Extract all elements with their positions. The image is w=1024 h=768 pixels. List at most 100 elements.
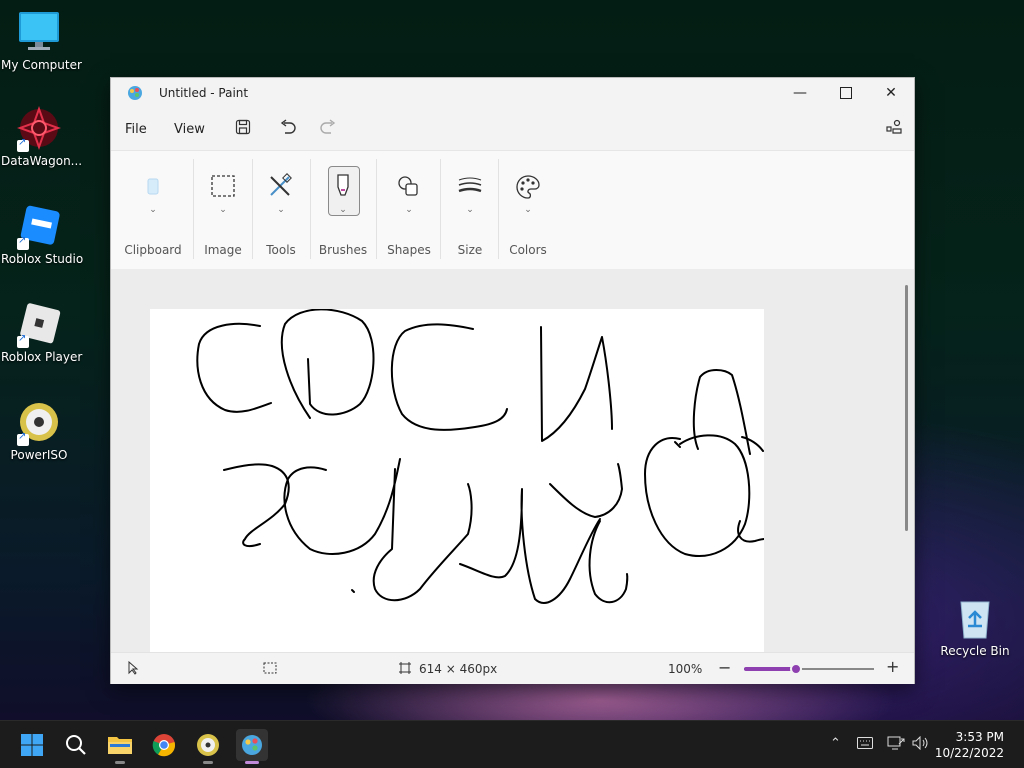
desktop-icon-poweriso[interactable]: PowerISO (1, 400, 77, 462)
monitor-icon (17, 10, 61, 54)
search-icon (66, 735, 86, 755)
minimize-button[interactable]: — (777, 78, 823, 108)
desktop-icon-label: DataWagon... (1, 154, 83, 168)
chevron-down-icon: ⌄ (405, 205, 413, 215)
canvas-area (111, 269, 914, 652)
taskbar-chrome[interactable] (148, 729, 180, 761)
ribbon-label: Colors (509, 243, 547, 257)
ribbon-group-clipboard[interactable]: ⌄ Clipboard (119, 151, 187, 269)
drawing-canvas[interactable] (150, 309, 764, 652)
shapes-icon (395, 173, 423, 201)
taskbar-file-explorer[interactable] (104, 729, 136, 764)
redo-icon[interactable] (319, 119, 337, 139)
desktop-icon-roblox-player[interactable]: Roblox Player (1, 302, 83, 364)
desktop-icon-datawagon[interactable]: DataWagon... (1, 106, 83, 168)
chevron-down-icon: ⌄ (466, 205, 474, 215)
desktop-icon-label: Roblox Studio (1, 252, 84, 266)
roblox-player-icon (17, 302, 61, 348)
maximize-icon (840, 87, 852, 99)
taskbar-poweriso[interactable] (192, 729, 224, 764)
recycle-bin-icon (953, 596, 997, 640)
desktop-icon-label: My Computer (1, 58, 82, 72)
desktop-icon-label: Recycle Bin (940, 644, 1010, 658)
tools-icon (267, 173, 295, 201)
desktop-icon-recycle-bin[interactable]: Recycle Bin (937, 596, 1013, 658)
chevron-down-icon: ⌄ (219, 205, 227, 215)
desktop-icon-label: PowerISO (10, 448, 68, 462)
ribbon-label: Clipboard (124, 243, 182, 257)
chevron-down-icon: ⌄ (149, 205, 157, 215)
ribbon-separator (193, 159, 194, 259)
menu-file[interactable]: File (125, 122, 147, 137)
save-icon[interactable] (235, 119, 251, 139)
desktop-icon-roblox-studio[interactable]: Roblox Studio (1, 204, 84, 266)
desktop-icon-my-computer[interactable]: My Computer (1, 10, 82, 72)
taskbar-clock[interactable]: 3:53 PM 10/22/2022 (935, 729, 1004, 761)
ribbon-group-size[interactable]: ⌄ Size (441, 151, 499, 269)
ribbon-group-brushes[interactable]: ⌄ Brushes (311, 151, 375, 269)
running-indicator (203, 761, 213, 764)
chrome-icon (152, 734, 176, 757)
handwritten-drawing (196, 309, 764, 604)
status-bar: 614 × 460px 100% − + (111, 652, 914, 684)
canvas-size-label: 614 × 460px (419, 662, 498, 676)
zoom-slider-fill (744, 667, 796, 671)
size-icon (456, 173, 484, 201)
poweriso-icon (197, 734, 219, 756)
chevron-down-icon: ⌄ (524, 205, 532, 215)
cursor-position-icon (127, 660, 139, 678)
ribbon-group-shapes[interactable]: ⌄ Shapes (377, 151, 441, 269)
undo-icon[interactable] (279, 119, 297, 139)
ribbon-group-image[interactable]: ⌄ Image (195, 151, 251, 269)
selection-size-icon (263, 662, 277, 677)
zoom-label: 100% (668, 662, 703, 676)
clock-date: 10/22/2022 (934, 746, 1004, 760)
selection-icon (209, 173, 237, 201)
ribbon-group-tools[interactable]: ⌄ Tools (253, 151, 309, 269)
ribbon: ⌄ Clipboard ⌄ Image ⌄ Tools ⌄ Brushes ⌄ … (111, 150, 914, 270)
poweriso-icon (17, 400, 61, 446)
ribbon-label: Brushes (318, 243, 368, 257)
zoom-slider[interactable] (744, 663, 874, 675)
title-bar[interactable]: Untitled - Paint — ✕ (111, 78, 914, 108)
roblox-studio-icon (17, 204, 61, 250)
paint-icon (242, 735, 262, 755)
ribbon-label: Tools (266, 243, 296, 257)
paint-app-icon (127, 85, 143, 105)
paint-window: Untitled - Paint — ✕ File View ⌄ Clipboa… (110, 77, 915, 684)
taskbar-paint[interactable] (236, 729, 268, 764)
ribbon-label: Size (457, 243, 483, 257)
ribbon-label: Shapes (387, 243, 431, 257)
clock-time: 3:53 PM (955, 730, 1004, 744)
share-icon[interactable] (885, 119, 903, 139)
show-hidden-icons-chevron-icon[interactable]: ⌃ (830, 736, 841, 751)
palette-icon (514, 173, 542, 201)
ribbon-label: Image (204, 243, 242, 257)
menu-view[interactable]: View (174, 122, 205, 137)
zoom-slider-thumb[interactable] (790, 663, 802, 675)
ribbon-group-colors[interactable]: ⌄ Colors (499, 151, 557, 269)
zoom-in-button[interactable]: + (886, 657, 899, 676)
volume-icon[interactable] (912, 735, 930, 754)
search-button[interactable] (60, 729, 92, 761)
desktop-icon-label: Roblox Player (1, 350, 83, 364)
start-button[interactable] (16, 729, 48, 761)
chevron-down-icon: ⌄ (339, 205, 347, 215)
vertical-scrollbar[interactable] (905, 285, 908, 531)
canvas-size-icon (398, 661, 412, 678)
maximize-button[interactable] (823, 78, 869, 108)
menu-bar: File View (111, 110, 914, 146)
zoom-out-button[interactable]: − (718, 658, 731, 677)
start-icon (21, 734, 43, 756)
datawagon-icon (17, 106, 61, 152)
clipboard-icon (139, 173, 167, 201)
keyboard-icon[interactable] (857, 737, 873, 753)
window-title: Untitled - Paint (159, 86, 249, 100)
brush-icon (329, 173, 357, 201)
close-button[interactable]: ✕ (868, 78, 914, 108)
network-icon[interactable] (887, 736, 905, 754)
minimize-icon: — (793, 85, 807, 101)
file-explorer-icon (108, 737, 132, 754)
chevron-down-icon: ⌄ (277, 205, 285, 215)
running-indicator (115, 761, 125, 764)
